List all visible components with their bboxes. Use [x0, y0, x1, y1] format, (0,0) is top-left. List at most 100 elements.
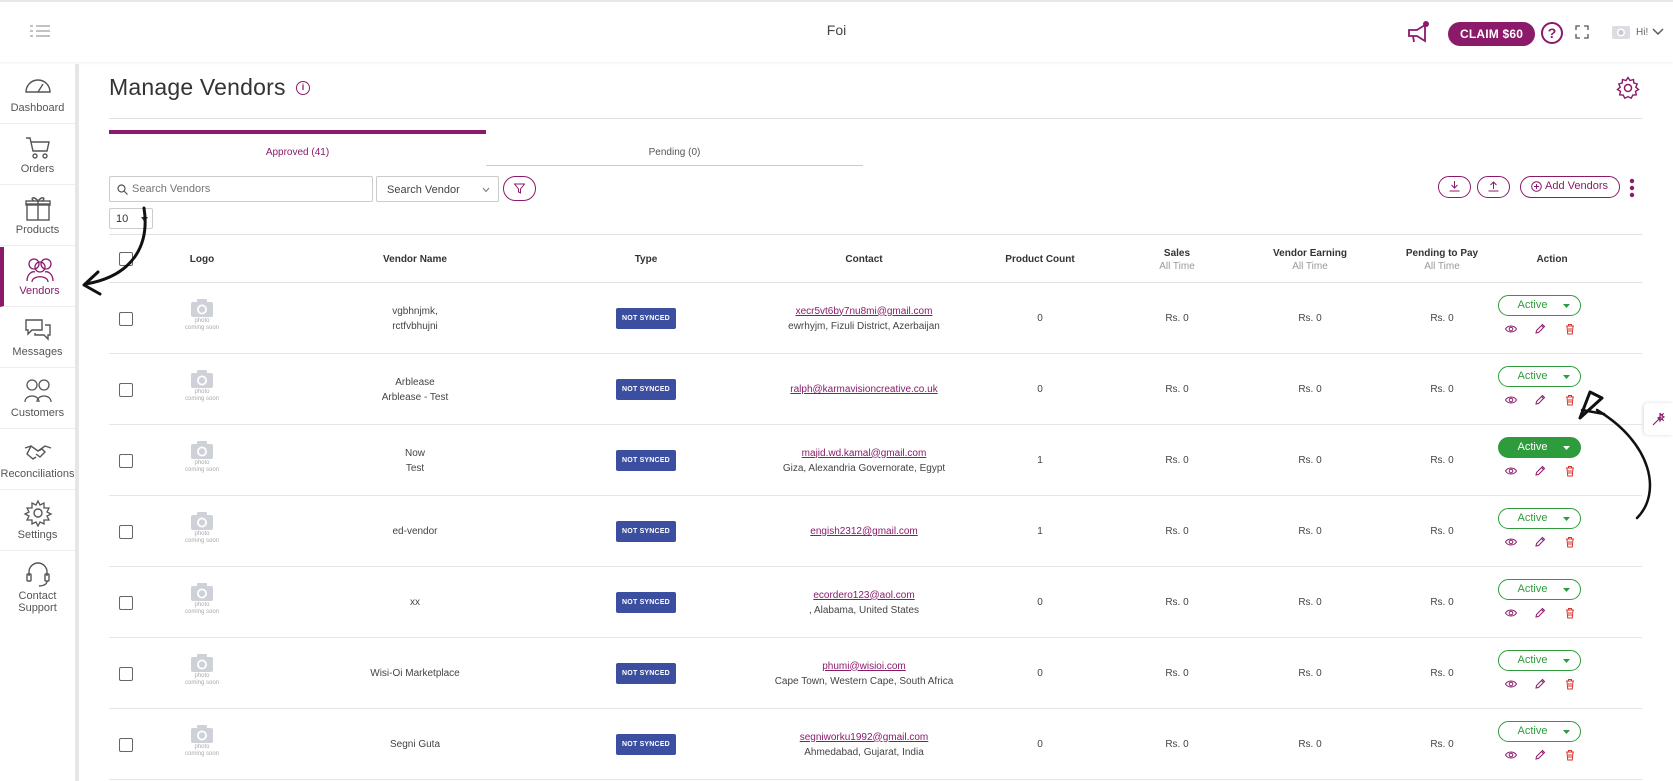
delete-icon[interactable]	[1564, 323, 1576, 335]
top-bar: Foi CLAIM $60 ? Hi!	[0, 0, 1673, 62]
vendor-email-link[interactable]: xecr5vt6by7nu8mi@gmail.com	[764, 304, 964, 319]
row-checkbox[interactable]	[119, 454, 133, 468]
edit-icon[interactable]	[1534, 394, 1546, 406]
claim-button[interactable]: CLAIM $60	[1448, 22, 1536, 46]
edit-icon[interactable]	[1534, 536, 1546, 548]
fullscreen-icon[interactable]	[1575, 25, 1589, 39]
tab-pending[interactable]: Pending (0)	[486, 130, 863, 166]
view-icon[interactable]	[1505, 394, 1517, 406]
sidebar-item-messages[interactable]: Messages	[0, 308, 75, 368]
status-label: Active	[1517, 583, 1548, 595]
vendor-email-link[interactable]: ecordero123@aol.com	[764, 588, 964, 603]
sidebar-item-vendors[interactable]: Vendors	[0, 247, 75, 307]
table-row: photo coming soon ed-vendor NOT SYNCED engis…	[109, 496, 1642, 567]
vendor-email-link[interactable]: ralph@karmavisioncreative.co.uk	[764, 382, 964, 397]
search-input[interactable]	[132, 180, 362, 198]
select-all-checkbox[interactable]	[119, 252, 133, 266]
edit-icon[interactable]	[1534, 323, 1546, 335]
row-checkbox[interactable]	[119, 383, 133, 397]
caret-down-icon	[1563, 588, 1570, 592]
status-dropdown[interactable]: Active	[1498, 437, 1581, 458]
add-vendors-button[interactable]: Add Vendors	[1520, 176, 1620, 198]
status-label: Active	[1517, 654, 1548, 666]
status-label: Active	[1517, 725, 1548, 737]
edit-icon[interactable]	[1534, 749, 1546, 761]
pending-to-pay-cell: Rs. 0	[1430, 313, 1454, 324]
delete-icon[interactable]	[1564, 607, 1576, 619]
vendor-name: xx	[410, 597, 420, 608]
page-size-select[interactable]: 10	[109, 208, 153, 229]
column-header-sales[interactable]: Sales All Time	[1112, 235, 1242, 284]
sidebar-item-contact-support[interactable]: Contact Support	[0, 552, 75, 618]
sidebar-item-reconciliations[interactable]: Reconciliations	[0, 430, 75, 490]
gear-icon[interactable]	[1616, 76, 1640, 100]
pending-to-pay-cell: Rs. 0	[1430, 526, 1454, 537]
vendor-email-link[interactable]: majid.wd.kamal@gmail.com	[764, 446, 964, 461]
filter-button[interactable]	[503, 176, 536, 201]
delete-icon[interactable]	[1564, 394, 1576, 406]
sidebar-item-label: Contact Support	[18, 590, 57, 614]
chat-icon	[24, 319, 51, 341]
vendor-name: ed-vendor	[392, 526, 438, 537]
user-greeting[interactable]: Hi!	[1636, 27, 1648, 38]
row-checkbox[interactable]	[119, 667, 133, 681]
search-vendor-select[interactable]: Search Vendor	[376, 176, 499, 202]
status-dropdown[interactable]: Active	[1498, 579, 1581, 600]
row-checkbox[interactable]	[119, 525, 133, 539]
view-icon[interactable]	[1505, 465, 1517, 477]
column-header-vendor-name[interactable]: Vendor Name	[335, 235, 495, 284]
download-button[interactable]	[1438, 176, 1471, 198]
info-icon[interactable]: i	[296, 81, 310, 95]
status-dropdown[interactable]: Active	[1498, 295, 1581, 316]
row-checkbox[interactable]	[119, 596, 133, 610]
view-icon[interactable]	[1505, 749, 1517, 761]
vendor-earning-cell: Rs. 0	[1298, 313, 1322, 324]
sidebar-item-products[interactable]: Products	[0, 186, 75, 246]
sidebar-item-customers[interactable]: Customers	[0, 369, 75, 429]
more-options-icon[interactable]	[1629, 178, 1635, 198]
search-box[interactable]	[109, 176, 373, 202]
upload-icon	[1488, 181, 1499, 192]
edit-icon[interactable]	[1534, 678, 1546, 690]
help-icon[interactable]: ?	[1541, 22, 1563, 44]
sidebar-item-orders[interactable]: Orders	[0, 125, 75, 185]
vendor-logo: photo coming soon	[182, 724, 222, 764]
camera-icon	[191, 370, 213, 388]
column-header-logo: Logo	[189, 254, 215, 265]
edit-icon[interactable]	[1534, 465, 1546, 477]
view-icon[interactable]	[1505, 607, 1517, 619]
delete-icon[interactable]	[1564, 465, 1576, 477]
menu-toggle-icon[interactable]	[30, 24, 52, 38]
tab-approved[interactable]: Approved (41)	[109, 130, 486, 166]
column-header-sub: All Time	[1292, 260, 1328, 272]
quick-tools-tab[interactable]	[1644, 403, 1673, 435]
sidebar-item-dashboard[interactable]: Dashboard	[0, 64, 75, 124]
delete-icon[interactable]	[1564, 749, 1576, 761]
upload-button[interactable]	[1477, 176, 1510, 198]
vendor-email-link[interactable]: phumi@wisioi.com	[764, 659, 964, 674]
view-icon[interactable]	[1505, 323, 1517, 335]
megaphone-icon[interactable]	[1405, 20, 1431, 46]
column-header-product-count[interactable]: Product Count	[975, 235, 1105, 284]
delete-icon[interactable]	[1564, 678, 1576, 690]
sidebar-item-settings[interactable]: Settings	[0, 491, 75, 551]
row-checkbox[interactable]	[119, 312, 133, 326]
camera-icon	[191, 512, 213, 530]
status-dropdown[interactable]: Active	[1498, 366, 1581, 387]
view-icon[interactable]	[1505, 536, 1517, 548]
row-checkbox[interactable]	[119, 738, 133, 752]
status-dropdown[interactable]: Active	[1498, 721, 1581, 742]
vendor-email-link[interactable]: segniworku1992@gmail.com	[764, 730, 964, 745]
avatar[interactable]	[1609, 20, 1633, 44]
vendor-email-link[interactable]: engish2312@gmail.com	[764, 524, 964, 539]
column-header-vendor-earning[interactable]: Vendor Earning All Time	[1245, 235, 1375, 284]
column-header-pending-to-pay[interactable]: Pending to Pay All Time	[1377, 235, 1507, 284]
status-dropdown[interactable]: Active	[1498, 650, 1581, 671]
edit-icon[interactable]	[1534, 607, 1546, 619]
delete-icon[interactable]	[1564, 536, 1576, 548]
sidebar-item-label: Dashboard	[10, 102, 65, 114]
chevron-down-icon[interactable]	[1652, 28, 1664, 36]
view-icon[interactable]	[1505, 678, 1517, 690]
status-dropdown[interactable]: Active	[1498, 508, 1581, 529]
vendor-earning-cell: Rs. 0	[1298, 526, 1322, 537]
